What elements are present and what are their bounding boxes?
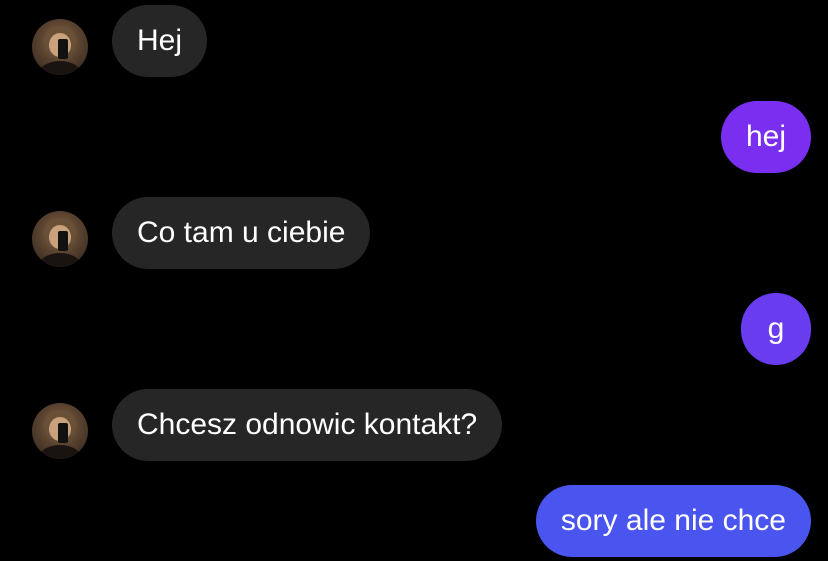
message-row: g bbox=[0, 293, 828, 365]
message-row: Hej bbox=[0, 5, 828, 77]
outgoing-message-bubble[interactable]: g bbox=[741, 293, 811, 365]
incoming-message-bubble[interactable]: Chcesz odnowic kontakt? bbox=[112, 389, 503, 461]
message-row: sory ale nie chce bbox=[0, 485, 828, 557]
message-row: Co tam u ciebie bbox=[0, 197, 828, 269]
outgoing-message-bubble[interactable]: hej bbox=[720, 101, 811, 173]
incoming-message-bubble[interactable]: Co tam u ciebie bbox=[112, 197, 371, 269]
avatar-photo-icon bbox=[38, 410, 82, 459]
message-row: Chcesz odnowic kontakt? bbox=[0, 389, 828, 461]
message-thread: Hej hej Co tam u ciebie g Chcesz odnowic… bbox=[0, 0, 828, 561]
contact-avatar[interactable] bbox=[32, 19, 88, 75]
contact-avatar[interactable] bbox=[32, 211, 88, 267]
outgoing-message-bubble[interactable]: sory ale nie chce bbox=[535, 485, 811, 557]
contact-avatar[interactable] bbox=[32, 403, 88, 459]
avatar-photo-icon bbox=[38, 218, 82, 267]
avatar-photo-icon bbox=[38, 26, 82, 75]
incoming-message-bubble[interactable]: Hej bbox=[112, 5, 208, 77]
message-row: hej bbox=[0, 101, 828, 173]
